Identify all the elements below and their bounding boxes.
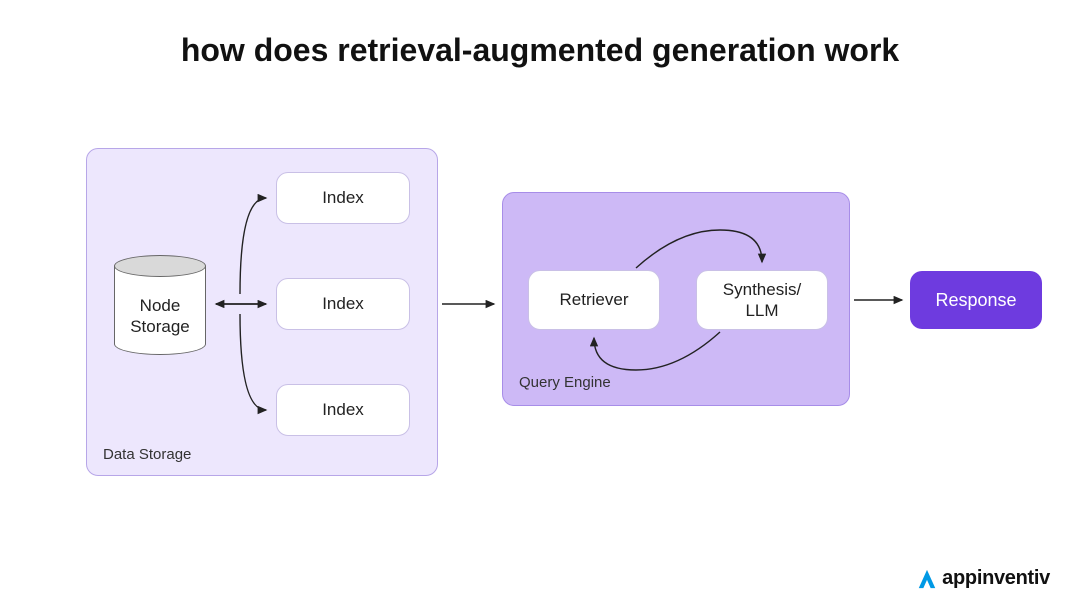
- index-box-2: Index: [276, 278, 410, 330]
- query-engine-label: Query Engine: [519, 374, 611, 391]
- synthesis-box: Synthesis/LLM: [696, 270, 828, 330]
- brand-text: appinventiv: [942, 567, 1050, 590]
- brand-logo: appinventiv: [916, 567, 1050, 590]
- data-storage-label: Data Storage: [103, 446, 191, 463]
- index-label-2: Index: [322, 293, 364, 314]
- synthesis-label: Synthesis/LLM: [723, 279, 801, 322]
- response-label: Response: [935, 290, 1016, 311]
- index-box-1: Index: [276, 172, 410, 224]
- retriever-box: Retriever: [528, 270, 660, 330]
- index-label-1: Index: [322, 187, 364, 208]
- node-storage-db: NodeStorage: [114, 255, 206, 355]
- index-box-3: Index: [276, 384, 410, 436]
- brand-mark-icon: [916, 568, 938, 590]
- db-top-icon: [114, 255, 206, 277]
- node-storage-label: NodeStorage: [114, 295, 206, 338]
- retriever-label: Retriever: [560, 289, 629, 310]
- response-box: Response: [910, 271, 1042, 329]
- diagram-title: how does retrieval-augmented generation …: [0, 32, 1080, 69]
- index-label-3: Index: [322, 399, 364, 420]
